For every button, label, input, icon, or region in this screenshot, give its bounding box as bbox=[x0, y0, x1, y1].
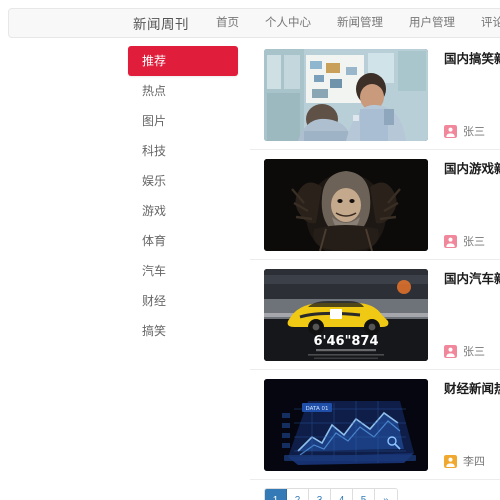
nav-item-comment-admin[interactable]: 评论管理 bbox=[468, 8, 500, 38]
author-name: 张三 bbox=[463, 236, 485, 248]
nav-label-user-admin[interactable]: 用户管理 bbox=[396, 8, 468, 38]
sidebar-item-recommend[interactable]: 推荐 bbox=[128, 46, 238, 76]
main-nav: 首页 个人中心 新闻管理 用户管理 评论管理 bbox=[203, 8, 500, 38]
lap-time-overlay: 6'46"874 bbox=[313, 334, 378, 349]
page-button-next[interactable]: » bbox=[375, 489, 397, 500]
nav-item-news-admin[interactable]: 新闻管理 bbox=[324, 8, 396, 38]
site-brand[interactable]: 新闻周刊 bbox=[119, 13, 203, 33]
sidebar-item-auto[interactable]: 汽车 bbox=[128, 256, 238, 286]
news-card-body: 国内汽车新闻 张三 bbox=[444, 269, 500, 361]
sidebar-label-auto: 汽车 bbox=[142, 264, 167, 278]
black-myth-wukong-image bbox=[264, 159, 428, 251]
sidebar-label-finance: 财经 bbox=[142, 294, 167, 308]
nav-label-profile[interactable]: 个人中心 bbox=[252, 8, 324, 38]
news-thumbnail-police[interactable] bbox=[264, 49, 428, 141]
author-avatar bbox=[444, 454, 457, 468]
sidebar-label-picture: 图片 bbox=[142, 114, 167, 128]
sidebar-item-sports[interactable]: 体育 bbox=[128, 226, 238, 256]
nav-item-user-admin[interactable]: 用户管理 bbox=[396, 8, 468, 38]
author-avatar bbox=[444, 344, 457, 358]
news-meta: 张三 bbox=[444, 233, 500, 249]
news-list: 国内搞笑新闻 张三 bbox=[250, 40, 500, 480]
finance-data-chart-image: DATA 01 bbox=[264, 379, 428, 471]
news-title[interactable]: 财经新闻热点 bbox=[444, 381, 500, 397]
news-card[interactable]: 国内游戏新闻 张三 bbox=[250, 150, 500, 260]
author-name: 张三 bbox=[463, 346, 485, 358]
sidebar-label-recommend: 推荐 bbox=[142, 54, 167, 68]
nav-item-home[interactable]: 首页 bbox=[203, 8, 252, 38]
sidebar-item-game[interactable]: 游戏 bbox=[128, 196, 238, 226]
sidebar-label-hot: 热点 bbox=[142, 84, 167, 98]
news-card-body: 财经新闻热点 李四 bbox=[444, 379, 500, 471]
news-thumbnail-finance[interactable]: DATA 01 bbox=[264, 379, 428, 471]
svg-text:DATA 01: DATA 01 bbox=[306, 406, 329, 412]
sidebar-label-game: 游戏 bbox=[142, 204, 167, 218]
page-button-2[interactable]: 2 bbox=[287, 489, 309, 500]
page-button-3[interactable]: 3 bbox=[309, 489, 331, 500]
sidebar-item-picture[interactable]: 图片 bbox=[128, 106, 238, 136]
news-card[interactable]: 6'46"874 国内汽车新闻 张三 bbox=[250, 260, 500, 370]
page-button-1[interactable]: 1 bbox=[265, 489, 287, 500]
nav-item-profile[interactable]: 个人中心 bbox=[252, 8, 324, 38]
sidebar-label-entertainment: 娱乐 bbox=[142, 174, 167, 188]
news-title[interactable]: 国内游戏新闻 bbox=[444, 161, 500, 177]
category-sidebar: 推荐 热点 图片 科技 娱乐 游戏 体育 汽车 财经 搞笑 bbox=[128, 46, 238, 346]
top-navbar: 新闻周刊 首页 个人中心 新闻管理 用户管理 评论管理 欢迎: admin bbox=[8, 8, 500, 38]
police-officers-image bbox=[264, 49, 428, 141]
news-card-body: 国内游戏新闻 张三 bbox=[444, 159, 500, 251]
news-meta: 张三 bbox=[444, 343, 500, 359]
news-portal-page: 新闻周刊 首页 个人中心 新闻管理 用户管理 评论管理 欢迎: admin 推荐… bbox=[0, 0, 500, 500]
sidebar-label-funny: 搞笑 bbox=[142, 324, 167, 338]
news-thumbnail-game[interactable] bbox=[264, 159, 428, 251]
news-title[interactable]: 国内汽车新闻 bbox=[444, 271, 500, 287]
yellow-race-car-image: 6'46"874 bbox=[264, 269, 428, 361]
nav-label-home[interactable]: 首页 bbox=[203, 8, 252, 38]
news-meta: 张三 bbox=[444, 123, 500, 139]
sidebar-item-entertainment[interactable]: 娱乐 bbox=[128, 166, 238, 196]
news-card-body: 国内搞笑新闻 张三 bbox=[444, 49, 500, 141]
news-thumbnail-car[interactable]: 6'46"874 bbox=[264, 269, 428, 361]
sidebar-label-sports: 体育 bbox=[142, 234, 167, 248]
nav-label-comment-admin[interactable]: 评论管理 bbox=[468, 8, 500, 38]
author-name: 李四 bbox=[463, 456, 485, 468]
sidebar-item-finance[interactable]: 财经 bbox=[128, 286, 238, 316]
news-title[interactable]: 国内搞笑新闻 bbox=[444, 51, 500, 67]
page-button-5[interactable]: 5 bbox=[353, 489, 375, 500]
sidebar-label-tech: 科技 bbox=[142, 144, 167, 158]
page-button-4[interactable]: 4 bbox=[331, 489, 353, 500]
sidebar-item-hot[interactable]: 热点 bbox=[128, 76, 238, 106]
pagination: 1 2 3 4 5 » bbox=[264, 488, 398, 500]
author-name: 张三 bbox=[463, 126, 485, 138]
sidebar-item-tech[interactable]: 科技 bbox=[128, 136, 238, 166]
news-card[interactable]: 国内搞笑新闻 张三 bbox=[250, 40, 500, 150]
sidebar-item-funny[interactable]: 搞笑 bbox=[128, 316, 238, 346]
author-avatar bbox=[444, 124, 457, 138]
author-avatar bbox=[444, 234, 457, 248]
news-meta: 李四 bbox=[444, 453, 500, 469]
nav-label-news-admin[interactable]: 新闻管理 bbox=[324, 8, 396, 38]
news-card[interactable]: DATA 01 财经新闻热点 bbox=[250, 370, 500, 480]
